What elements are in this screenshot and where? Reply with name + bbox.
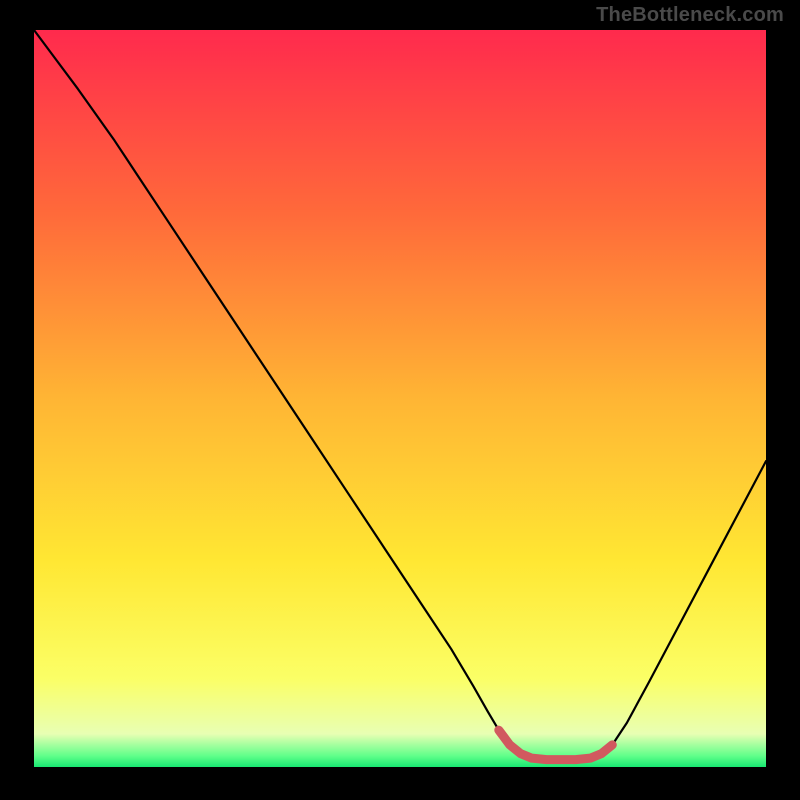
chart-frame: TheBottleneck.com [0, 0, 800, 800]
plot-background [34, 30, 766, 767]
chart-canvas [0, 0, 800, 800]
watermark-label: TheBottleneck.com [596, 4, 784, 27]
